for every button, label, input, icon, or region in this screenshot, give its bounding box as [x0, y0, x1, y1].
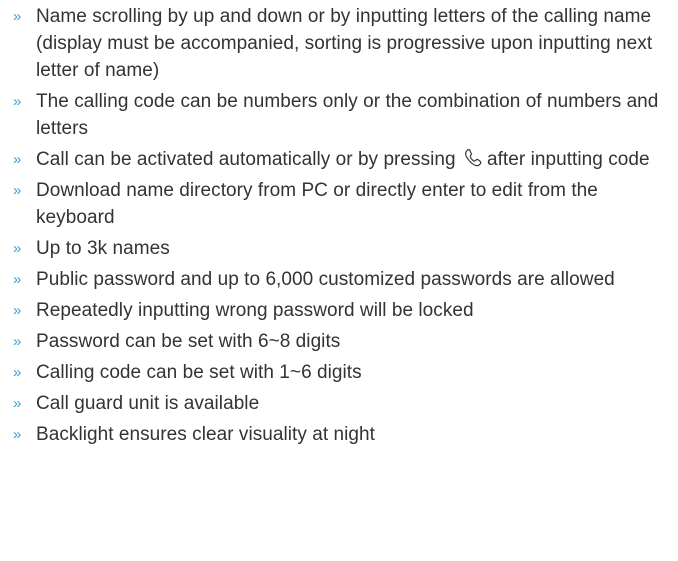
feature-text: The calling code can be numbers only or …	[36, 91, 659, 139]
list-item: » Download name directory from PC or dir…	[0, 177, 678, 231]
bullet-icon: »	[13, 395, 22, 412]
feature-text: Password can be set with 6~8 digits	[36, 331, 341, 352]
list-item: » Public password and up to 6,000 custom…	[0, 266, 678, 293]
bullet-icon: »	[13, 182, 22, 199]
feature-text-continued: after inputting code	[486, 149, 650, 170]
bullet-icon: »	[13, 8, 22, 25]
list-item: » Password can be set with 6~8 digits	[0, 328, 678, 355]
feature-list: » Name scrolling by up and down or by in…	[0, 3, 678, 452]
list-item: » Name scrolling by up and down or by in…	[0, 3, 678, 84]
feature-text: Download name directory from PC or direc…	[36, 180, 598, 228]
bullet-icon: »	[13, 333, 22, 350]
bullet-icon: »	[13, 302, 22, 319]
feature-text: Up to 3k names	[36, 238, 170, 259]
feature-text: Repeatedly inputting wrong password will…	[36, 300, 474, 321]
bullet-icon: »	[13, 364, 22, 381]
bullet-icon: »	[13, 93, 22, 110]
feature-text: Name scrolling by up and down or by inpu…	[36, 6, 653, 81]
list-item: » Call guard unit is available	[0, 390, 678, 417]
list-item: » Calling code can be set with 1~6 digit…	[0, 359, 678, 386]
bullet-icon: »	[13, 271, 22, 288]
list-item: » Backlight ensures clear visuality at n…	[0, 421, 678, 448]
feature-text: Calling code can be set with 1~6 digits	[36, 362, 362, 383]
list-item: » Repeatedly inputting wrong password wi…	[0, 297, 678, 324]
list-item: » The calling code can be numbers only o…	[0, 88, 678, 142]
feature-text: Public password and up to 6,000 customiz…	[36, 269, 615, 290]
bullet-icon: »	[13, 240, 22, 257]
bullet-icon: »	[13, 151, 22, 168]
feature-text: Backlight ensures clear visuality at nig…	[36, 424, 375, 445]
list-item: » Call can be activated automatically or…	[0, 146, 678, 173]
feature-text: Call can be activated automatically or b…	[36, 149, 461, 170]
list-item: » Up to 3k names	[0, 235, 678, 262]
phone-handset-icon	[464, 148, 486, 168]
bullet-icon: »	[13, 426, 22, 443]
feature-text: Call guard unit is available	[36, 393, 260, 414]
